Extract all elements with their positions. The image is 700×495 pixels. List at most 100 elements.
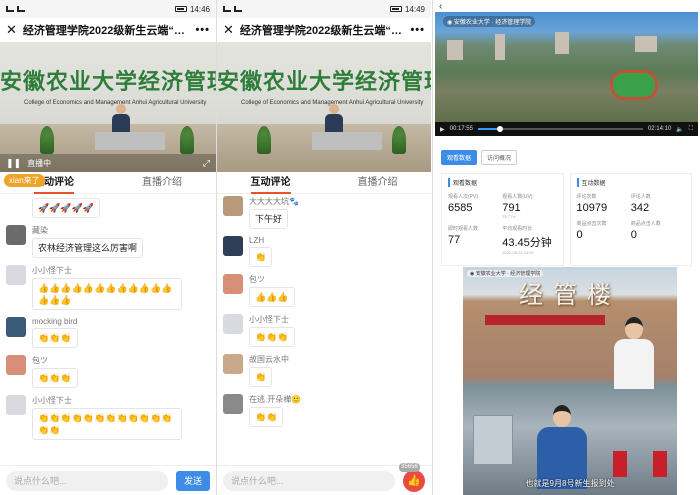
progress-handle[interactable] (497, 126, 504, 132)
comment-text: 农林经济管理这么厉害啊 (32, 238, 144, 258)
avatar[interactable] (223, 274, 243, 294)
comment-text: 下午好 (249, 209, 289, 229)
stat-card: 评论次数 10979 (577, 193, 631, 214)
avatar[interactable] (6, 355, 26, 375)
analytics-screen: ‹ ◉ 安徽农业大学 · 经济管理学院 ▶ 00:17:55 02:14:10 … (432, 0, 700, 495)
comment-author: 小小怪下士 (249, 315, 289, 324)
promo-video[interactable]: ◉ 安徽农业大学 · 经济管理学院 经管楼 也就是9月8号新生报到处 (463, 267, 677, 495)
video-caption: 也就是9月8号新生报到处 (525, 479, 615, 488)
comment-list[interactable]: 🚀🚀🚀🚀🚀 藏染 农林经济管理这么厉害啊 小小怪下士 👍👍👍👍👍👍👍👍👍👍👍👍👍👍👍 mo… (0, 194, 216, 446)
status-time: 14:46 (189, 4, 210, 14)
tab-viewing-data[interactable]: 观看数据 (441, 150, 478, 165)
live-video[interactable]: 安徽农业大学经济管理学院 College of Economics and Ma… (217, 42, 431, 172)
fullscreen-icon[interactable]: ⛶ (689, 126, 693, 133)
stat-card: 观看人数(UV) 791 75.77% (502, 193, 556, 219)
title-bar: ✕ 经济管理学院2022级新生云端“秋日... ••• (0, 18, 216, 42)
comment-item: 小小怪下士 👏👏👏 (223, 314, 425, 347)
fullscreen-icon[interactable]: ⤢ (203, 158, 210, 169)
avatar[interactable] (223, 196, 243, 216)
live-status: 直播中 (27, 158, 52, 168)
progress-bar[interactable] (477, 126, 643, 132)
comment-input[interactable]: 说点什么吧... (6, 470, 168, 491)
thumbs-up-icon: 👍 (407, 474, 421, 487)
stat-value: 0 (630, 229, 637, 241)
wifi-icon (17, 6, 25, 12)
plant-icon (40, 126, 54, 154)
comment-text: 👍👍👍 (249, 287, 295, 307)
avatar[interactable] (223, 354, 243, 374)
close-icon[interactable]: ✕ (223, 22, 234, 38)
stat-value: 0 (576, 229, 583, 241)
back-icon[interactable]: ‹ (433, 0, 700, 12)
like-count: 35656 (399, 462, 420, 472)
comment-author: 故国云水中 (249, 355, 289, 364)
plant-icon (257, 126, 271, 154)
page-title: 经济管理学院2022级新生云端“秋日... (22, 25, 190, 37)
comment-author: 包ツ (249, 275, 265, 284)
tab-intro[interactable]: 直播介绍 (108, 172, 216, 193)
comment-text: 👍👍👍👍👍👍👍👍👍👍👍👍👍👍👍 (32, 278, 182, 310)
avatar[interactable] (6, 395, 26, 415)
battery-icon (174, 6, 187, 12)
like-button[interactable]: 35656 👍 (399, 462, 425, 492)
comment-list[interactable]: 大大大大坑🐾 下午好 LZH 👏 包ツ 👍👍👍 小小怪下士 👏👏👏 故国云水中 👏 在逃.开朵樺🙂 👏… (217, 194, 431, 446)
input-bar: 说点什么吧... 发送 (0, 465, 216, 495)
campus-video[interactable]: ◉ 安徽农业大学 · 经济管理学院 (435, 12, 698, 122)
section-title: 观看数据 (448, 178, 557, 187)
avatar[interactable] (223, 236, 243, 256)
status-bar: 14:46 (0, 0, 216, 18)
tab-bar: xian来了 互动评论 直播介绍 (0, 172, 216, 194)
avatar[interactable] (223, 314, 243, 334)
comment-text: 👏👏👏 (32, 328, 78, 348)
tab-intro[interactable]: 直播介绍 (324, 172, 431, 193)
comment-author: 包ツ (32, 356, 48, 365)
comment-author: 小小怪下士 (32, 266, 72, 275)
school-logo: ◉ 安徽农业大学 · 经济管理学院 (443, 16, 536, 27)
comment-item: 藏染 农林经济管理这么厉害啊 (6, 225, 210, 258)
avatar[interactable] (6, 265, 26, 285)
current-time: 00:17:55 (449, 126, 473, 132)
tab-visit-overview[interactable]: 访问概况 (481, 150, 518, 165)
status-time: 14:49 (404, 4, 425, 14)
avatar[interactable] (223, 394, 243, 414)
stat-card: 评论人数 342 (631, 193, 685, 214)
comment-text: 👏👏👏👏👏👏👏👏👏👏👏👏👏👏 (32, 408, 182, 440)
more-icon[interactable]: ••• (410, 24, 425, 36)
stat-label: 评论次数 (576, 194, 597, 200)
comment-item: LZH 👏 (223, 236, 425, 267)
stat-value: 791 (502, 202, 521, 214)
comment-item: 大大大大坑🐾 下午好 (223, 196, 425, 229)
avatar[interactable] (6, 317, 26, 337)
tab-bar: 互动评论 直播介绍 (217, 172, 431, 194)
signal-icon (223, 6, 231, 12)
more-icon[interactable]: ••• (195, 24, 210, 36)
comment-input[interactable]: 说点什么吧... (223, 470, 395, 491)
stat-card: 观看人次(PV) 6585 (448, 193, 502, 219)
phone-screen-2: 14:49 ✕ 经济管理学院2022级新生云端“秋日... ••• 安徽农业大学… (216, 0, 431, 495)
signal-icon (6, 6, 14, 12)
stats-grid: 观看数据观看人次(PV) 6585 观看人数(UV) 791 75.77% 即时观看人数 7… (441, 173, 692, 266)
send-button[interactable]: 发送 (176, 470, 210, 491)
pause-icon[interactable]: ❚❚ (6, 158, 21, 169)
stat-label: 观看人数(UV) (502, 194, 533, 200)
stat-label: 平均观看时长 (502, 226, 533, 232)
avatar[interactable] (6, 196, 26, 216)
avatar[interactable] (6, 225, 26, 245)
stat-card: 即时观看人数 77 (448, 225, 502, 255)
comment-item: 在逃.开朵樺🙂 👏👏 (223, 394, 425, 427)
close-icon[interactable]: ✕ (6, 22, 17, 38)
comment-author: 大大大大坑🐾 (249, 197, 299, 206)
stat-sub: 75.77% (502, 214, 516, 219)
play-icon[interactable]: ▶ (440, 126, 445, 133)
comment-author: 在逃.开朵樺🙂 (249, 395, 302, 404)
live-video[interactable]: 安徽农业大学经济管理学院 College of Economics and Ma… (0, 42, 216, 172)
title-bar: ✕ 经济管理学院2022级新生云端“秋日... ••• (217, 18, 431, 42)
volume-icon[interactable]: 🔈 (676, 126, 683, 133)
stat-value: 10979 (576, 202, 608, 214)
comment-item: 小小怪下士 👏👏👏👏👏👏👏👏👏👏👏👏👏👏 (6, 395, 210, 440)
page-title: 经济管理学院2022级新生云端“秋日... (239, 25, 405, 37)
comment-text: 👏👏👏 (32, 368, 78, 388)
tab-comments[interactable]: 互动评论 (217, 172, 324, 194)
comment-text: 👏 (249, 247, 273, 267)
comment-text: 👏👏👏 (249, 327, 295, 347)
